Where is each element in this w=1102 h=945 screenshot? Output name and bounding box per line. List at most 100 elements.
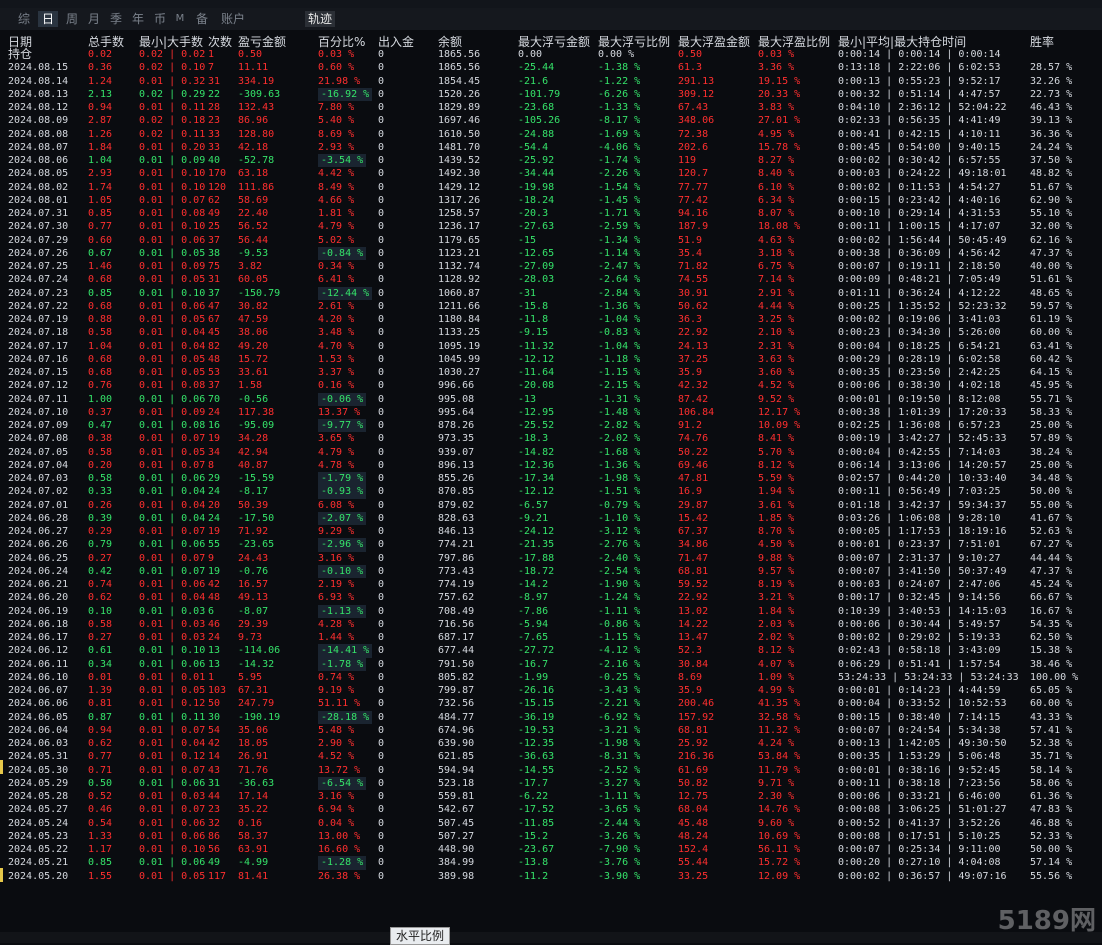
cell-pnl: 49.20 [238, 340, 269, 352]
table-row[interactable]: 2024.06.04 0.94 0.01 | 0.07 54 35.06 5.48 % 0 6… [0, 724, 1102, 737]
table-row[interactable]: 2024.08.07 1.84 0.01 | 0.20 33 42.18 2.93 % 0 1… [0, 141, 1102, 154]
tab-m[interactable]: M [172, 11, 188, 27]
table-row[interactable]: 2024.08.08 1.26 0.02 | 0.11 33 128.80 8.69 % 0… [0, 128, 1102, 141]
cell-volume: 0.85 [88, 208, 113, 219]
table-row[interactable]: 2024.06.19 0.10 0.01 | 0.03 6 -8.07 -1.13 % 0 7… [0, 604, 1102, 618]
table-row[interactable]: 2024.06.21 0.74 0.01 | 0.06 42 16.57 2.19 % 0 7… [0, 578, 1102, 591]
cell-percent: 0.60 % [318, 62, 355, 74]
table-row[interactable]: 2024.07.10 0.37 0.01 | 0.09 24 117.38 13.37 %… [0, 406, 1102, 419]
table-row[interactable]: 2024.07.17 1.04 0.01 | 0.04 82 49.20 4.70 % 0 1… [0, 340, 1102, 353]
table-row[interactable]: 2024.07.25 1.46 0.01 | 0.09 75 3.82 0.34 % 0 11… [0, 260, 1102, 273]
table-row[interactable]: 2024.05.22 1.17 0.01 | 0.10 56 63.91 16.60 % 0… [0, 843, 1102, 856]
table-row[interactable]: 2024.05.28 0.52 0.01 | 0.03 44 17.14 3.16 % 0 5… [0, 790, 1102, 803]
tab-week[interactable]: 周 [62, 11, 82, 27]
table-row[interactable]: 2024.08.06 1.04 0.01 | 0.09 40 -52.78 -3.54 %… [0, 154, 1102, 168]
cell-percent: 4.28 % [318, 618, 355, 630]
tab-month[interactable]: 月 [84, 11, 104, 27]
cell-pnl: -17.50 [238, 512, 275, 524]
table-row[interactable]: 2024.07.15 0.68 0.01 | 0.05 53 33.61 3.37 % 0 1… [0, 366, 1102, 379]
cell-win-rate: 37.50 % [1030, 155, 1073, 166]
table-row[interactable]: 2024.08.09 2.87 0.02 | 0.18 23 86.96 5.40 % 0 1… [0, 114, 1102, 127]
cell-balance: 621.85 [438, 751, 475, 763]
cell-balance: 594.94 [438, 764, 475, 776]
track-button[interactable]: 轨迹 [305, 11, 335, 27]
tab-account[interactable]: 账户 [218, 11, 248, 27]
table-row[interactable]: 2024.06.03 0.62 0.01 | 0.04 42 18.05 2.90 % 0 6… [0, 737, 1102, 750]
table-row[interactable]: 2024.05.30 0.71 0.01 | 0.07 43 71.76 13.72 % 0… [0, 764, 1102, 777]
table-row[interactable]: 2024.07.08 0.38 0.01 | 0.07 19 34.28 3.65 % 0 9… [0, 432, 1102, 445]
cell-percent: 8.69 % [318, 128, 355, 140]
cell-win-rate: 52.63 % [1030, 526, 1073, 537]
table-row[interactable]: 2024.06.05 0.87 0.01 | 0.11 30 -190.19 -28.18… [0, 710, 1102, 724]
table-row[interactable]: 2024.08.12 0.94 0.01 | 0.11 28 132.43 7.80 % 0… [0, 101, 1102, 114]
table-row[interactable]: 2024.06.24 0.42 0.01 | 0.07 19 -0.76 -0.10 % 0… [0, 564, 1102, 578]
table-row[interactable]: 2024.07.01 0.26 0.01 | 0.04 20 50.39 6.08 % 0 8… [0, 499, 1102, 512]
cell-max-float-loss-pct: -1.04 % [598, 340, 641, 352]
horizontal-scale-button[interactable]: 水平比例 [390, 927, 450, 945]
table-row[interactable]: 2024.07.09 0.47 0.01 | 0.08 16 -95.09 -9.77 %… [0, 419, 1102, 433]
table-row[interactable]: 2024.07.30 0.77 0.01 | 0.10 25 56.52 4.79 % 0 1… [0, 220, 1102, 233]
cell-pnl: -15.59 [238, 473, 275, 484]
horizontal-scrollbar[interactable] [0, 932, 1102, 943]
table-row[interactable]: 2024.07.22 0.68 0.01 | 0.06 47 30.82 2.61 % 0 1… [0, 300, 1102, 313]
table-row[interactable]: 2024.07.05 0.58 0.01 | 0.05 34 42.94 4.79 % 0 9… [0, 446, 1102, 459]
table-row[interactable]: 2024.07.02 0.33 0.01 | 0.04 24 -8.17 -0.93 % 0… [0, 485, 1102, 499]
table-row[interactable]: 2024.08.14 1.24 0.01 | 0.32 31 334.19 21.98 %… [0, 75, 1102, 88]
table-row[interactable]: 2024.07.24 0.68 0.01 | 0.05 31 60.05 6.41 % 0 1… [0, 273, 1102, 286]
tab-note[interactable]: 备 [192, 11, 212, 27]
table-row[interactable]: 2024.06.10 0.01 0.01 | 0.01 1 5.95 0.74 % 0 805… [0, 671, 1102, 684]
table-row[interactable]: 2024.07.03 0.58 0.01 | 0.06 29 -15.59 -1.79 %… [0, 472, 1102, 486]
table-row[interactable]: 2024.07.16 0.68 0.01 | 0.05 48 15.72 1.53 % 0 1… [0, 353, 1102, 366]
table-row[interactable]: 2024.08.15 0.36 0.02 | 0.10 7 11.11 0.60 % 0 18… [0, 61, 1102, 74]
tab-currency[interactable]: 币 [150, 11, 170, 27]
tab-day[interactable]: 日 [38, 11, 58, 27]
table-row[interactable]: 2024.05.29 0.50 0.01 | 0.06 31 -36.63 -6.54 %… [0, 776, 1102, 790]
table-row[interactable]: 2024.07.26 0.67 0.01 | 0.05 38 -9.53 -0.84 % 0… [0, 246, 1102, 260]
table-row[interactable]: 2024.05.31 0.77 0.01 | 0.12 14 26.91 4.52 % 0 6… [0, 750, 1102, 763]
table-row[interactable]: 2024.05.21 0.85 0.01 | 0.06 49 -4.99 -1.28 % 0… [0, 856, 1102, 870]
cell-hold-time: 53:24:33 | 53:24:33 | 53:24:33 [838, 671, 1019, 683]
table-row[interactable]: 2024.05.23 1.33 0.01 | 0.06 86 58.37 13.00 % 0… [0, 830, 1102, 843]
table-row[interactable]: 2024.06.25 0.27 0.01 | 0.07 9 24.43 3.16 % 0 79… [0, 552, 1102, 565]
cell-hold-time: 0:06:14 | 3:13:06 | 14:20:57 [838, 459, 1007, 471]
table-row[interactable]: 2024.08.02 1.74 0.01 | 0.10 120 111.86 8.49 %… [0, 181, 1102, 194]
table-row[interactable]: 2024.06.20 0.62 0.01 | 0.04 48 49.13 6.93 % 0 7… [0, 591, 1102, 604]
table-row[interactable]: 2024.06.11 0.34 0.01 | 0.06 13 -14.32 -1.78 %… [0, 657, 1102, 671]
table-row[interactable]: 2024.07.19 0.88 0.01 | 0.05 67 47.59 4.20 % 0 1… [0, 313, 1102, 326]
table-row[interactable]: 2024.06.18 0.58 0.01 | 0.03 46 29.39 4.28 % 0 7… [0, 618, 1102, 631]
cell-count: 56 [208, 844, 221, 855]
table-row[interactable]: 2024.06.27 0.29 0.01 | 0.07 19 71.92 9.29 % 0 8… [0, 525, 1102, 538]
table-row[interactable]: 2024.05.27 0.46 0.01 | 0.07 23 35.22 6.94 % 0 5… [0, 803, 1102, 816]
tab-summary[interactable]: 综 [14, 11, 34, 27]
tab-year[interactable]: 年 [128, 11, 148, 27]
table-row[interactable]: 2024.06.07 1.39 0.01 | 0.05 103 67.31 9.19 % 0… [0, 684, 1102, 697]
cell-volume: 0.68 [88, 353, 113, 365]
holding-row[interactable]: 持仓 0.02 0.02 | 0.02 1 0.50 0.03 % 0 1865… [0, 47, 1102, 61]
table-row[interactable]: 2024.07.04 0.20 0.01 | 0.07 8 40.87 4.78 % 0 89… [0, 459, 1102, 472]
table-row[interactable]: 2024.07.11 1.00 0.01 | 0.06 70 -0.56 -0.06 % 0… [0, 392, 1102, 406]
table-row[interactable]: 2024.06.17 0.27 0.01 | 0.03 24 9.73 1.44 % 0 68… [0, 631, 1102, 644]
cell-date: 2024.07.29 [8, 234, 69, 246]
table-row[interactable]: 2024.07.23 0.85 0.01 | 0.10 37 -150.79 -12.44… [0, 286, 1102, 300]
tab-quarter[interactable]: 季 [106, 11, 126, 27]
cell-minmax: 0.01 | 0.05 [139, 274, 206, 286]
table-row[interactable]: 2024.07.18 0.58 0.01 | 0.04 45 38.06 3.48 % 0 1… [0, 326, 1102, 339]
cell-date: 2024.07.02 [8, 486, 69, 498]
table-row[interactable]: 2024.08.05 2.93 0.01 | 0.10 170 63.18 4.42 % 0… [0, 167, 1102, 180]
table-row[interactable]: 2024.07.31 0.85 0.01 | 0.08 49 22.40 1.81 % 0 1… [0, 207, 1102, 220]
cell-deposit: 0 [378, 658, 385, 670]
table-row[interactable]: 2024.06.12 0.61 0.01 | 0.10 13 -114.06 -14.41… [0, 644, 1102, 658]
table-row[interactable]: 2024.06.26 0.79 0.01 | 0.06 55 -23.65 -2.96 %… [0, 538, 1102, 552]
cell-volume: 2.93 [88, 168, 113, 180]
table-row[interactable]: 2024.06.06 0.81 0.01 | 0.12 50 247.79 51.11 %… [0, 697, 1102, 710]
table-row[interactable]: 2024.05.24 0.54 0.01 | 0.06 32 0.16 0.04 % 0 50… [0, 817, 1102, 830]
table-row[interactable]: 2024.07.29 0.60 0.01 | 0.06 37 56.44 5.02 % 0 1… [0, 234, 1102, 247]
table-row[interactable]: 2024.07.12 0.76 0.01 | 0.08 37 1.58 0.16 % 0 99… [0, 379, 1102, 392]
cell-win-rate: 24.24 % [1030, 141, 1073, 153]
table-row[interactable]: 2024.08.13 2.13 0.02 | 0.29 22 -309.63 -16.92… [0, 87, 1102, 101]
table-row[interactable]: 2024.05.20 1.55 0.01 | 0.05 117 81.41 26.38 %… [0, 870, 1102, 883]
cell-percent: 0.74 % [318, 671, 355, 683]
cell-percent: 4.42 % [318, 168, 355, 180]
table-row[interactable]: 2024.06.28 0.39 0.01 | 0.04 24 -17.50 -2.07 %… [0, 511, 1102, 525]
table-row[interactable]: 2024.08.01 1.05 0.01 | 0.07 62 58.69 4.66 % 0 1… [0, 194, 1102, 207]
